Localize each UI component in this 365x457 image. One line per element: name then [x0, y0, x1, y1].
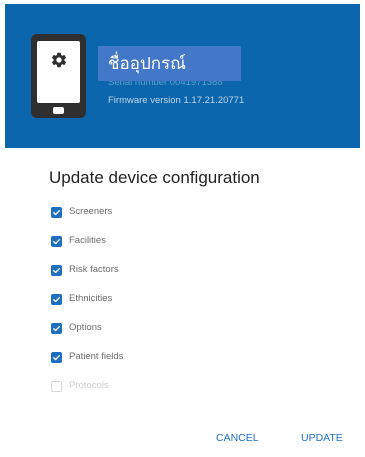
checkbox[interactable] — [51, 293, 62, 305]
option-ethnicities[interactable]: Ethnicities — [51, 291, 251, 307]
option-label: Options — [69, 322, 102, 333]
option-facilities[interactable]: Facilities — [51, 233, 251, 249]
option-protocols: Protocols — [51, 378, 251, 394]
option-list: Screeners Facilities Risk factors Ethnic… — [0, 0, 365, 457]
checkmark-icon — [53, 296, 61, 302]
option-label: Facilities — [69, 235, 106, 246]
option-risk-factors[interactable]: Risk factors — [51, 262, 251, 278]
checkmark-icon — [53, 238, 61, 244]
cancel-button[interactable]: CANCEL — [216, 430, 259, 446]
option-label: Patient fields — [69, 351, 124, 362]
option-label: Screeners — [69, 206, 113, 217]
option-label: Protocols — [69, 380, 109, 391]
checkbox[interactable] — [51, 206, 62, 218]
checkbox[interactable] — [51, 235, 62, 247]
checkbox[interactable] — [51, 264, 62, 276]
checkmark-icon — [53, 354, 61, 360]
checkbox[interactable] — [51, 322, 62, 334]
option-screeners[interactable]: Screeners — [51, 204, 251, 220]
option-label: Ethnicities — [69, 293, 113, 304]
checkmark-icon — [53, 267, 61, 273]
checkmark-icon — [53, 325, 61, 331]
update-button[interactable]: UPDATE — [301, 430, 343, 446]
option-patient-fields[interactable]: Patient fields — [51, 349, 251, 365]
checkmark-icon — [53, 209, 61, 215]
option-options[interactable]: Options — [51, 320, 251, 336]
checkbox[interactable] — [51, 351, 62, 363]
checkbox — [51, 380, 62, 392]
option-label: Risk factors — [69, 264, 119, 275]
